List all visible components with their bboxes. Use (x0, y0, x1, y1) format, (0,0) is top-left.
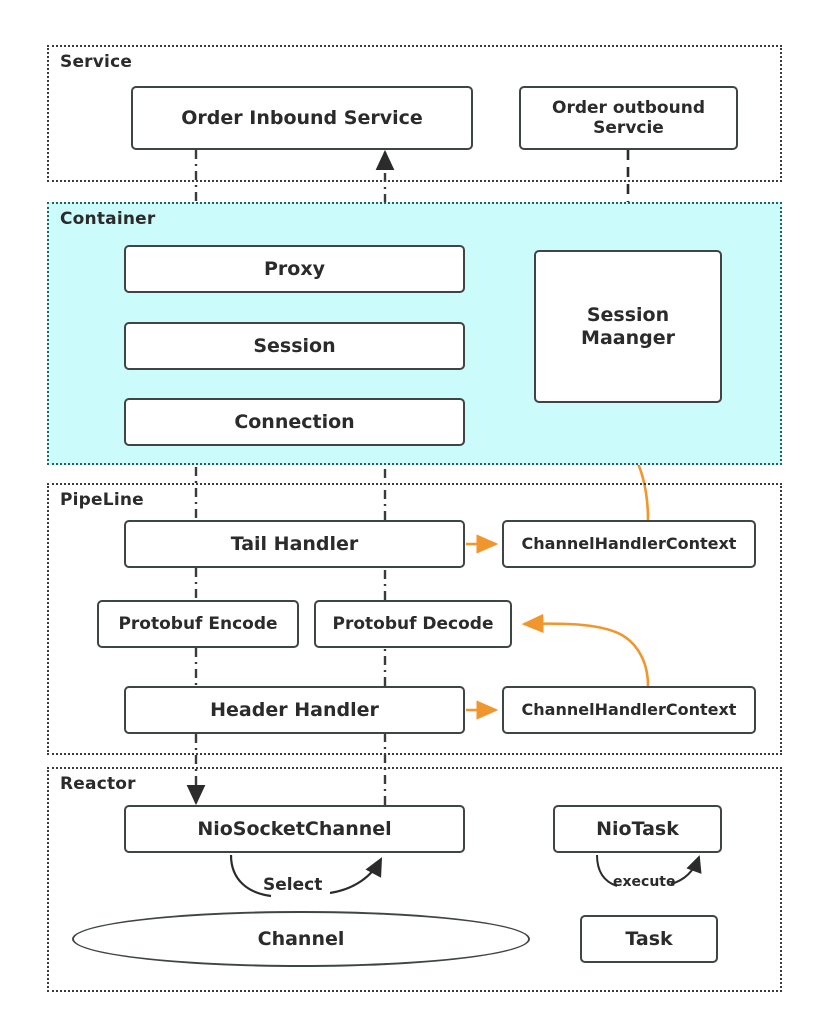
section-label-pipeline: PipeLine (60, 490, 144, 510)
node-label: Task (625, 927, 673, 950)
node-label: NioTask (596, 817, 679, 840)
node-protobuf-decode[interactable]: Protobuf Decode (314, 600, 512, 648)
node-proxy[interactable]: Proxy (124, 245, 465, 293)
node-tail-handler[interactable]: Tail Handler (124, 520, 465, 568)
diagram-canvas: Session Maanger (dashed) ---- --> Sessio… (0, 0, 816, 1021)
node-channel-handler-context-top[interactable]: ChannelHandlerContext (502, 520, 756, 568)
node-label: Protobuf Decode (332, 613, 494, 634)
edge-label-select: Select (263, 875, 323, 895)
node-label: Session (253, 334, 336, 357)
node-order-outbound-service[interactable]: Order outbound Servcie (519, 86, 738, 150)
node-label: Order outbound Servcie (552, 97, 705, 138)
node-label: Header Handler (210, 698, 379, 721)
node-session-manager[interactable]: Session Maanger (534, 250, 722, 403)
node-task[interactable]: Task (580, 915, 718, 963)
node-order-inbound-service[interactable]: Order Inbound Service (131, 86, 473, 150)
node-nio-task[interactable]: NioTask (553, 805, 722, 853)
section-label-service: Service (60, 52, 133, 72)
node-channel[interactable]: Channel (72, 911, 530, 967)
node-label: Session Maanger (581, 304, 675, 349)
node-label: Order Inbound Service (181, 106, 423, 129)
node-label: Protobuf Encode (118, 613, 278, 634)
node-label: NioSocketChannel (197, 817, 392, 840)
edge-label-execute: execute (613, 874, 676, 890)
node-label: ChannelHandlerContext (521, 699, 737, 719)
node-channel-handler-context-bottom[interactable]: ChannelHandlerContext (502, 686, 756, 734)
section-label-container: Container (60, 209, 156, 229)
section-label-reactor: Reactor (60, 774, 136, 794)
node-nio-socket-channel[interactable]: NioSocketChannel (124, 805, 465, 853)
node-label: ChannelHandlerContext (521, 533, 737, 553)
node-label: Connection (234, 410, 355, 433)
node-connection[interactable]: Connection (124, 398, 465, 446)
node-protobuf-encode[interactable]: Protobuf Encode (97, 600, 299, 648)
node-header-handler[interactable]: Header Handler (124, 686, 465, 734)
node-session[interactable]: Session (124, 322, 465, 370)
node-label: Tail Handler (230, 532, 359, 555)
node-label: Channel (257, 927, 345, 950)
node-label: Proxy (264, 257, 325, 280)
